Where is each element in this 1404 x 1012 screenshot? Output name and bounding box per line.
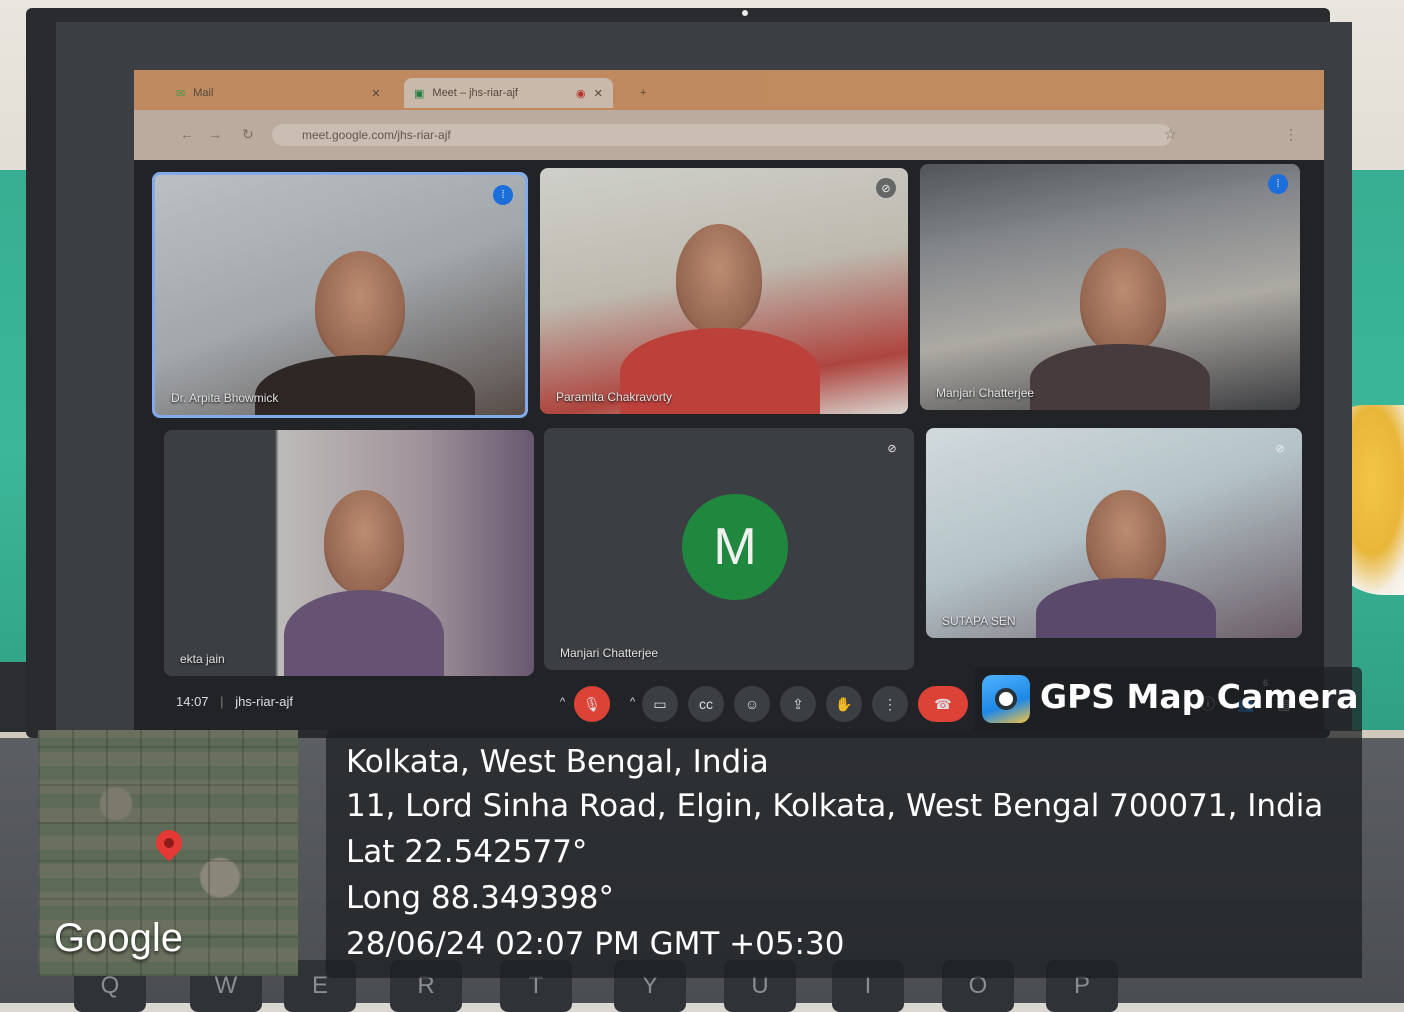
mail-icon: ✉ [176,87,186,100]
google-logo: Google [54,916,183,960]
browser-tab-bar: ✉ Mail ✕ ▣ Meet – jhs-riar-ajf ◉ ✕ + [134,70,1324,110]
bookmark-star-icon[interactable]: ☆ [1164,126,1177,143]
meeting-info-separator: | [220,694,224,709]
raise-hand-button[interactable]: ✋ [826,686,862,722]
participant-face [676,224,762,334]
browser-toolbar: ← → ↻ meet.google.com/jhs-riar-ajf ☆ ⋮ [134,110,1324,160]
mic-toggle-button[interactable]: 🎙 [574,686,610,722]
participant-tile[interactable]: ⁞ Manjari Chatterjee [920,164,1300,410]
webcam-icon [742,10,748,16]
url-bar[interactable]: meet.google.com/jhs-riar-ajf [272,124,1172,146]
participant-body [1030,344,1210,410]
chevron-up-icon[interactable]: ^ [560,696,565,708]
tab-mail[interactable]: ✉ Mail ✕ [176,78,381,108]
close-icon[interactable]: ✕ [594,87,603,100]
speaking-icon: ⁞ [493,185,513,205]
participant-tile[interactable]: ⊘ SUTAPA SEN [926,428,1302,638]
more-options-button[interactable]: ⋮ [872,686,908,722]
speaking-icon: ⁞ [1268,174,1288,194]
participant-name: Paramita Chakravorty [556,390,673,404]
gps-camera-icon [982,675,1030,723]
plus-icon: + [640,87,647,99]
participant-tile[interactable]: M ⊘ Manjari Chatterjee [544,428,914,670]
gps-longitude: Long 88.349398° [346,880,615,916]
participant-name: Manjari Chatterjee [936,386,1035,400]
gps-satellite-map: Google [38,730,298,976]
more-dots-icon: ⋮ [883,695,897,712]
participant-face [1080,248,1166,354]
new-tab-button[interactable]: + [640,78,646,108]
forward-icon[interactable]: → [208,126,222,142]
tab-label: Meet – jhs-riar-ajf [432,87,518,99]
participant-tile[interactable]: ekta jain [164,430,534,676]
participant-body [284,590,444,676]
recording-icon: ◉ [575,87,586,100]
meet-icon: ▣ [414,87,425,100]
camera-toggle-button[interactable]: ▭ [642,686,678,722]
participant-name: Dr. Arpita Bhowmick [171,391,279,405]
participant-name: ekta jain [180,652,225,666]
participant-body [255,355,475,415]
participant-avatar: M [682,494,788,600]
captions-button[interactable]: cc [688,686,724,722]
tab-label: Mail [193,87,214,99]
mic-off-icon: ⊘ [887,442,897,455]
present-screen-icon: ⇪ [792,695,804,712]
present-button[interactable]: ⇪ [780,686,816,722]
gps-datetime: 28/06/24 02:07 PM GMT +05:30 [346,926,845,962]
hand-icon: ✋ [835,695,853,712]
chevron-up-icon[interactable]: ^ [630,696,635,708]
participant-face [1086,490,1166,590]
laptop-screen: ✉ Mail ✕ ▣ Meet – jhs-riar-ajf ◉ ✕ + ← →… [56,22,1352,730]
participant-name: Manjari Chatterjee [560,646,659,660]
mic-off-icon: ⊘ [876,178,896,198]
meeting-info: 14:07 | jhs-riar-ajf [176,694,293,709]
tab-meet[interactable]: ▣ Meet – jhs-riar-ajf ◉ ✕ [404,78,613,108]
gps-address: 11, Lord Sinha Road, Elgin, Kolkata, Wes… [346,788,1324,824]
url-text: meet.google.com/jhs-riar-ajf [302,128,451,142]
location-pin-icon [150,824,188,862]
meeting-code: jhs-riar-ajf [235,694,293,709]
gps-info-panel: Kolkata, West Bengal, India 11, Lord Sin… [326,730,1362,978]
back-icon[interactable]: ← [180,126,194,142]
mic-off-icon: ⊘ [1275,442,1285,455]
gps-app-header: GPS Map Camera [974,667,1362,731]
participant-name: SUTAPA SEN [942,614,1016,628]
meet-stage: ⁞ Dr. Arpita Bhowmick ⊘ Paramita Chakrav… [134,160,1324,730]
reactions-button[interactable]: ☺ [734,686,770,722]
leave-call-button[interactable]: ☎ [918,686,968,722]
camera-icon: ▭ [653,695,667,712]
participant-tile[interactable]: ⊘ Paramita Chakravorty [540,168,908,414]
close-icon[interactable]: ✕ [371,87,380,100]
participant-body [1036,578,1216,638]
gps-latitude: Lat 22.542577° [346,834,588,870]
captions-icon: cc [699,696,713,712]
participant-face [324,490,404,594]
gps-app-title: GPS Map Camera [1040,677,1359,716]
emoji-icon: ☺ [744,696,760,712]
mic-off-icon: 🎙 [583,695,601,712]
reload-icon[interactable]: ↻ [242,126,254,143]
participant-tile[interactable]: ⁞ Dr. Arpita Bhowmick [152,172,528,418]
menu-dots-icon[interactable]: ⋮ [1284,126,1298,143]
gps-place: Kolkata, West Bengal, India [346,744,769,780]
end-call-icon: ☎ [934,695,952,712]
laptop-lid: ✉ Mail ✕ ▣ Meet – jhs-riar-ajf ◉ ✕ + ← →… [26,8,1352,738]
meeting-time: 14:07 [176,694,209,709]
participant-face [315,251,405,363]
